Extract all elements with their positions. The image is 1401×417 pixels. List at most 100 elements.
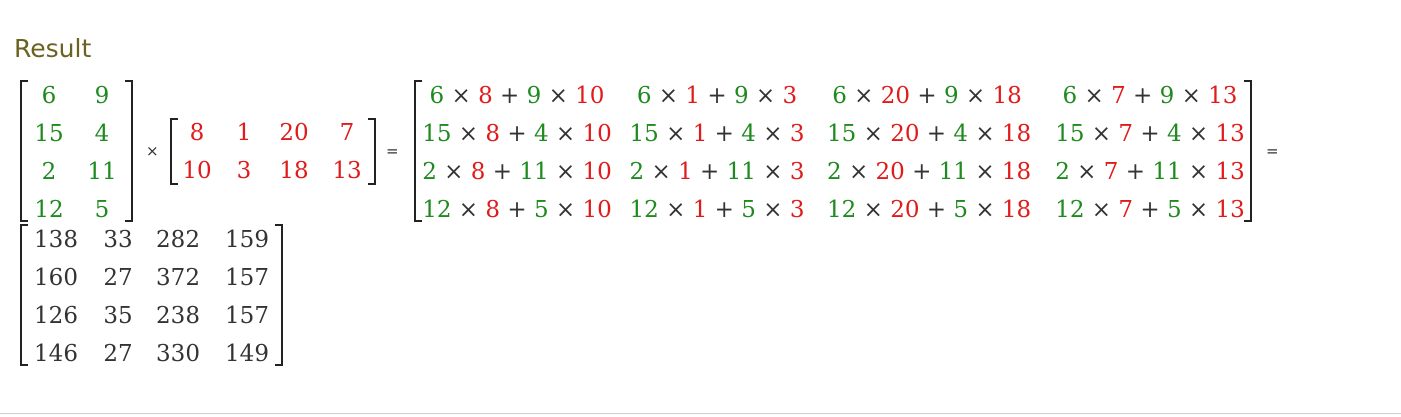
term-value: 12 <box>827 197 857 223</box>
term-value: 1 <box>692 197 708 223</box>
term-value: 8 <box>470 159 486 185</box>
term-value: 10 <box>582 121 612 147</box>
term-value: 7 <box>1118 121 1134 147</box>
term-value: 13 <box>1215 121 1245 147</box>
term-value: 3 <box>789 121 805 147</box>
term-value: 2 <box>827 159 842 185</box>
term-value: 10 <box>582 159 612 185</box>
term-value: 11 <box>519 159 549 185</box>
operator-glyph: × <box>1084 121 1119 147</box>
term-value: 20 <box>875 159 905 185</box>
term-value: 1 <box>678 159 693 185</box>
expanded-cell: 2 × 1 + 11 × 3 <box>617 153 817 191</box>
operator-glyph: × <box>1077 83 1112 109</box>
term-value: 20 <box>880 83 911 109</box>
operator-glyph: + <box>700 83 734 109</box>
term-value: 4 <box>1166 121 1182 147</box>
term-value: 7 <box>1111 83 1126 109</box>
matrix-a-cell: 11 <box>87 159 117 185</box>
term-value: 10 <box>582 197 612 223</box>
operator-glyph: × <box>755 197 790 223</box>
term-value: 12 <box>1055 197 1085 223</box>
term-value: 5 <box>741 197 756 223</box>
result-cell: 157 <box>225 303 269 329</box>
operator-glyph: + <box>919 197 954 223</box>
operator-glyph: × <box>451 121 486 147</box>
expanded-cell: 12 × 8 + 5 × 10 <box>417 191 617 229</box>
operator-glyph: × <box>755 121 790 147</box>
expanded-cell: 12 × 7 + 5 × 13 <box>1050 191 1250 229</box>
term-value: 18 <box>1001 197 1032 223</box>
expanded-cell: 2 × 20 + 11 × 18 <box>827 153 1031 191</box>
operator-glyph: × <box>658 197 693 223</box>
term-value: 15 <box>629 121 659 147</box>
result-cell: 146 <box>34 341 78 367</box>
result-cell: 27 <box>103 265 133 291</box>
term-value: 8 <box>485 197 501 223</box>
expanded-cell: 15 × 7 + 4 × 13 <box>1050 115 1250 153</box>
operator-glyph: × <box>444 83 479 109</box>
matrix-b-cell: 20 <box>279 120 309 146</box>
operator-glyph: × <box>755 159 790 185</box>
matrix-b-cell: 13 <box>332 158 362 184</box>
result-cell: 238 <box>156 303 200 329</box>
term-value: 13 <box>1215 197 1245 223</box>
equals-operator: = <box>1266 142 1279 160</box>
operator-glyph: + <box>919 121 954 147</box>
operator-glyph: + <box>500 197 534 223</box>
operator-glyph: × <box>841 159 876 185</box>
term-value: 18 <box>992 83 1022 109</box>
divider <box>0 413 1401 414</box>
result-cell: 126 <box>34 303 78 329</box>
result-cell: 35 <box>103 303 133 329</box>
term-value: 15 <box>422 121 452 147</box>
matrix-a: 6 9 15 4 2 11 12 5 <box>20 80 133 223</box>
operator-glyph: × <box>1181 197 1216 223</box>
matrix-a-cell: 15 <box>34 121 64 147</box>
result-cell: 372 <box>156 265 200 291</box>
operator-glyph: × <box>1181 121 1216 147</box>
operator-glyph: × <box>451 197 486 223</box>
term-value: 7 <box>1118 197 1134 223</box>
operator-glyph: × <box>548 121 583 147</box>
term-value: 13 <box>1208 83 1238 109</box>
operator-glyph: + <box>1133 197 1167 223</box>
operator-glyph: + <box>692 159 727 185</box>
expanded-cell: 15 × 1 + 4 × 3 <box>617 115 817 153</box>
term-value: 2 <box>1055 159 1070 185</box>
expanded-cell: 15 × 20 + 4 × 18 <box>827 115 1031 153</box>
term-value: 20 <box>890 121 920 147</box>
term-value: 6 <box>636 83 652 109</box>
term-value: 1 <box>685 83 701 109</box>
expanded-product-matrix: 6 × 8 + 9 × 10 6 × 1 + 9 × 36 × 20 + 9 × … <box>414 80 1252 223</box>
operator-glyph: + <box>500 121 534 147</box>
term-value: 15 <box>1055 121 1085 147</box>
term-value: 4 <box>953 121 969 147</box>
term-value: 20 <box>890 197 920 223</box>
operator-glyph: × <box>968 197 1002 223</box>
operator-glyph: × <box>968 159 1002 185</box>
operator-glyph: × <box>1174 83 1209 109</box>
term-value: 5 <box>953 197 969 223</box>
term-value: 9 <box>526 83 542 109</box>
operator-glyph: × <box>1084 197 1119 223</box>
matrix-a-cell: 4 <box>94 121 110 147</box>
operator-glyph: × <box>644 159 679 185</box>
term-value: 6 <box>429 83 445 109</box>
equals-operator: = <box>386 142 399 160</box>
result-cell: 149 <box>225 341 269 367</box>
expanded-cell: 12 × 20 + 5 × 18 <box>827 191 1031 229</box>
matrix-a-cell: 9 <box>94 83 110 109</box>
term-value: 11 <box>726 159 756 185</box>
term-value: 18 <box>1001 159 1032 185</box>
operator-glyph: × <box>856 121 891 147</box>
operator-glyph: + <box>707 121 742 147</box>
term-value: 6 <box>832 83 847 109</box>
expanded-cell: 2 × 8 + 11 × 10 <box>417 153 617 191</box>
operator-glyph: × <box>658 121 693 147</box>
operator-glyph: + <box>485 159 520 185</box>
operator-glyph: × <box>1181 159 1216 185</box>
term-value: 1 <box>692 121 708 147</box>
term-value: 10 <box>575 83 605 109</box>
expanded-cell: 15 × 8 + 4 × 10 <box>417 115 617 153</box>
